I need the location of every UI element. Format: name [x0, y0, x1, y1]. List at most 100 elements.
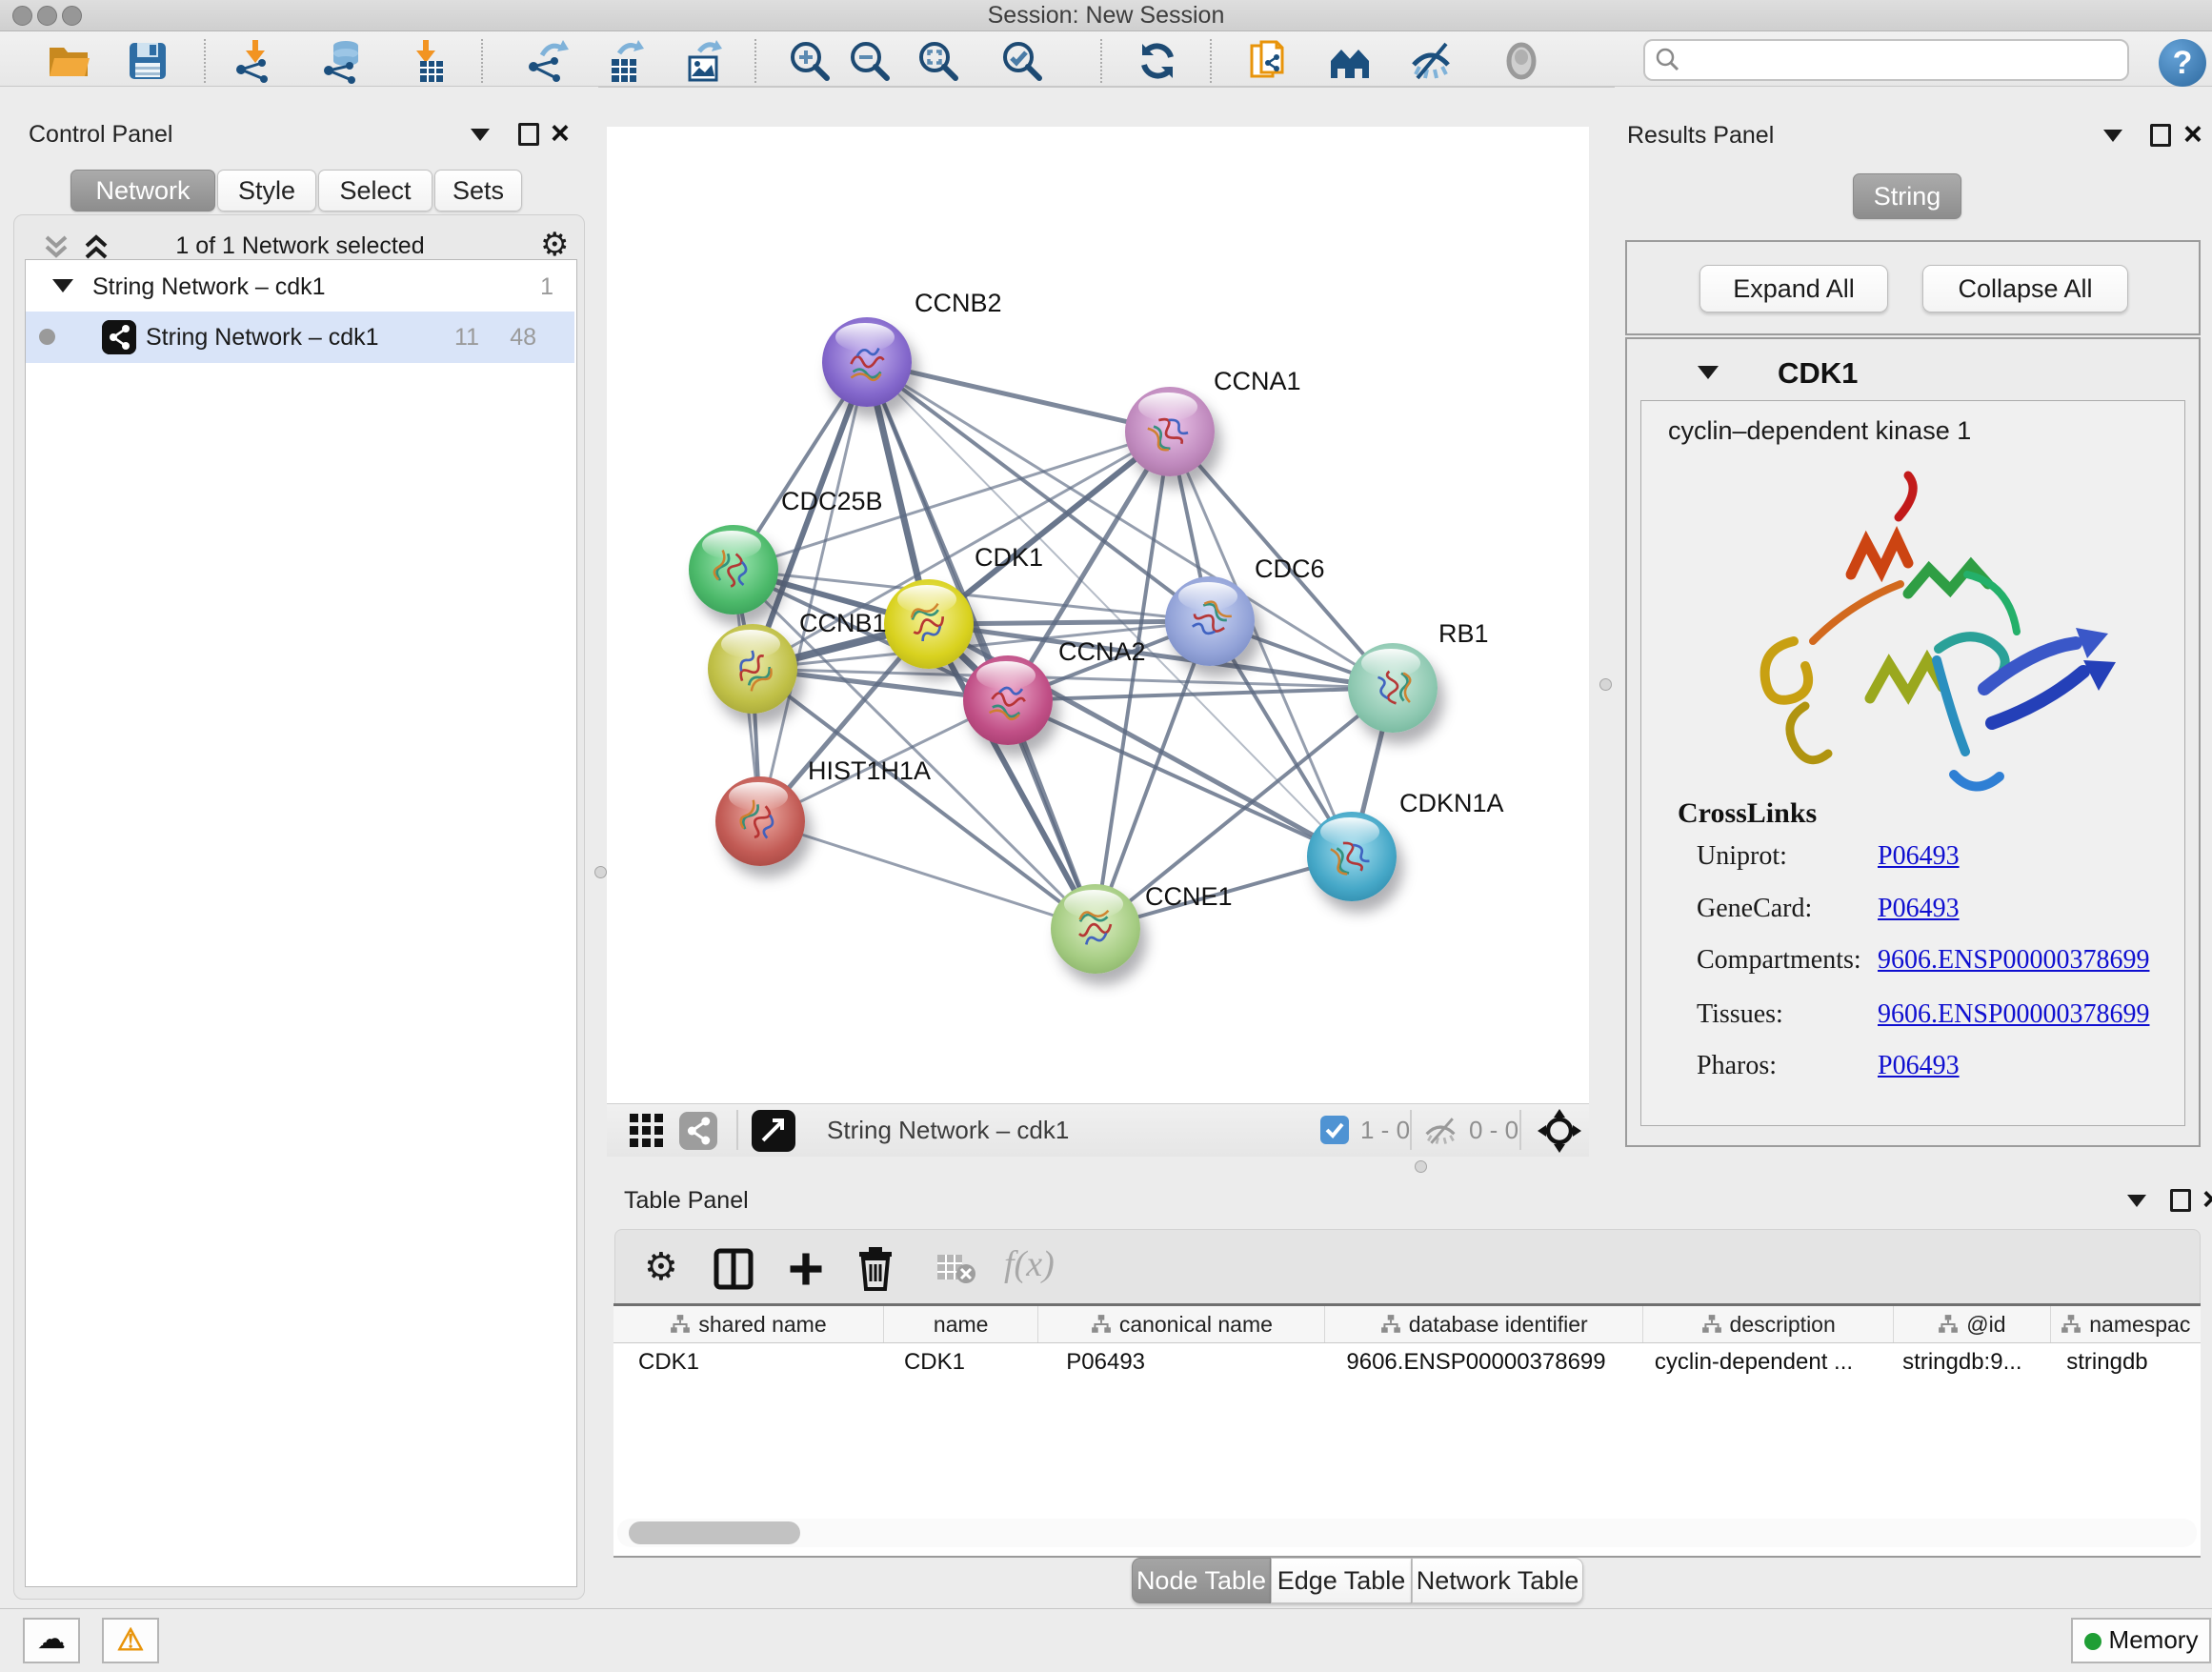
tab-select[interactable]: Select	[318, 170, 432, 212]
collection-count: 1	[540, 273, 553, 301]
network-node-cdc6[interactable]	[1165, 576, 1255, 666]
tab-node-table[interactable]: Node Table	[1132, 1558, 1271, 1603]
table-panel-close-icon[interactable]: ×	[2202, 1187, 2212, 1212]
show-columns-icon[interactable]	[713, 1247, 754, 1291]
import-database-icon[interactable]	[321, 38, 367, 84]
column-header[interactable]: database identifier	[1325, 1306, 1643, 1342]
add-column-icon[interactable]	[785, 1247, 827, 1291]
clone-network-icon[interactable]	[1244, 38, 1290, 84]
node-label-ccne1: CCNE1	[1145, 882, 1233, 912]
crosslink-genecard-link[interactable]: P06493	[1878, 894, 1960, 924]
search-input[interactable]	[1687, 43, 2120, 75]
tab-string[interactable]: String	[1853, 173, 1961, 219]
netbar-separator	[736, 1110, 738, 1150]
netbar-separator	[1410, 1110, 1412, 1150]
column-header[interactable]: description	[1643, 1306, 1894, 1342]
current-network-dot-icon	[39, 329, 55, 345]
table-panel-float-icon[interactable]	[2170, 1189, 2191, 1212]
node-label-hist1h1a: HIST1H1A	[808, 756, 931, 786]
zoom-in-icon[interactable]	[787, 38, 833, 84]
show-glass-eye-icon[interactable]	[1498, 38, 1544, 84]
network-node-cdk1[interactable]	[884, 579, 974, 669]
network-node-ccne1[interactable]	[1051, 884, 1140, 974]
open-session-icon[interactable]	[46, 38, 91, 84]
control-panel-float-icon[interactable]	[518, 123, 539, 146]
column-header[interactable]: canonical name	[1038, 1306, 1325, 1342]
table-horizontal-scrollbar[interactable]	[617, 1519, 2197, 1547]
table-panel-collapse-icon[interactable]	[2127, 1195, 2146, 1207]
import-table-icon[interactable]	[403, 38, 449, 84]
tab-sets[interactable]: Sets	[434, 170, 522, 212]
hide-glass-eye-icon[interactable]	[1408, 38, 1454, 84]
attribute-icon	[1701, 1314, 1722, 1335]
column-header[interactable]: namespac	[2051, 1306, 2201, 1342]
export-network-icon[interactable]	[525, 38, 571, 84]
zoom-fit-icon[interactable]	[915, 38, 961, 84]
protein-expander-icon[interactable]	[1698, 366, 1719, 379]
grid-view-icon[interactable]	[630, 1114, 666, 1148]
table-row[interactable]: CDK1 CDK1 P06493 9606.ENSP00000378699 cy…	[613, 1343, 2201, 1381]
node-label-ccnb2: CCNB2	[915, 289, 1002, 318]
birdseye-navigator-icon[interactable]	[1537, 1108, 1582, 1154]
crosslink-compartments-link[interactable]: 9606.ENSP00000378699	[1878, 945, 2149, 976]
memory-button[interactable]: Memory	[2071, 1618, 2211, 1663]
network-node-rb1[interactable]	[1348, 643, 1438, 733]
network-edge-count: 48	[510, 324, 536, 352]
table-options-gear-icon[interactable]: ⚙	[644, 1251, 678, 1283]
tab-network-table[interactable]: Network Table	[1412, 1558, 1583, 1603]
collapse-all-icon[interactable]	[41, 234, 71, 261]
zoom-selected-icon[interactable]	[999, 38, 1045, 84]
collection-expander-icon[interactable]	[52, 279, 73, 292]
column-header[interactable]: shared name	[613, 1306, 884, 1342]
results-panel-collapse-icon[interactable]	[2103, 130, 2122, 142]
string-home-icon[interactable]	[1327, 38, 1373, 84]
import-network-icon[interactable]	[232, 38, 278, 84]
network-node-hist1h1a[interactable]	[715, 776, 805, 866]
save-session-icon[interactable]	[125, 38, 171, 84]
left-splitter-grip[interactable]	[594, 866, 607, 878]
scrollbar-thumb[interactable]	[629, 1521, 800, 1544]
tab-edge-table[interactable]: Edge Table	[1271, 1558, 1412, 1603]
selected-checkbox-icon[interactable]	[1320, 1116, 1349, 1144]
control-panel-close-icon[interactable]: ×	[551, 121, 570, 146]
crosslink-tissues-link[interactable]: 9606.ENSP00000378699	[1878, 999, 2149, 1030]
right-splitter-grip[interactable]	[1599, 678, 1612, 691]
collapse-all-button[interactable]: Collapse All	[1922, 265, 2128, 312]
network-canvas[interactable]: CCNB2CCNA1CDC25BCDK1CDC6RB1CCNB1CCNA2CDK…	[607, 127, 1589, 1103]
crosslink-uniprot-link[interactable]: P06493	[1878, 841, 1960, 872]
tab-style[interactable]: Style	[217, 170, 316, 212]
column-header[interactable]: @id	[1894, 1306, 2050, 1342]
network-node-ccna2[interactable]	[963, 655, 1053, 745]
network-options-gear-icon[interactable]: ⚙	[540, 229, 569, 261]
network-node-cdc25b[interactable]	[689, 525, 778, 614]
expand-all-icon[interactable]	[81, 234, 111, 261]
column-header[interactable]: name	[884, 1306, 1038, 1342]
crosslink-pharos-link[interactable]: P06493	[1878, 1051, 1960, 1081]
window-title: Session: New Session	[0, 0, 2212, 30]
network-row[interactable]: String Network – cdk1 11 48	[26, 312, 574, 363]
zoom-out-icon[interactable]	[847, 38, 893, 84]
expand-all-button[interactable]: Expand All	[1699, 265, 1888, 312]
network-node-cdkn1a[interactable]	[1307, 812, 1397, 901]
export-image-icon[interactable]	[680, 38, 726, 84]
open-in-new-window-icon[interactable]	[752, 1110, 795, 1152]
results-panel-float-icon[interactable]	[2150, 124, 2171, 147]
network-node-ccna1[interactable]	[1125, 387, 1215, 476]
warnings-button[interactable]: ⚠	[102, 1618, 159, 1663]
network-collection-row[interactable]: String Network – cdk1 1	[26, 264, 574, 312]
search-field[interactable]	[1643, 39, 2129, 81]
bottom-splitter-grip[interactable]	[1415, 1160, 1427, 1173]
automation-cloud-button[interactable]: ☁	[23, 1618, 80, 1663]
results-panel-close-icon[interactable]: ×	[2183, 122, 2202, 147]
delete-column-icon[interactable]	[855, 1245, 895, 1291]
network-node-ccnb1[interactable]	[708, 624, 797, 714]
share-view-icon[interactable]	[679, 1112, 717, 1150]
node-label-rb1: RB1	[1438, 619, 1489, 649]
refresh-icon[interactable]	[1135, 38, 1180, 84]
export-table-icon[interactable]	[602, 38, 648, 84]
tab-network[interactable]: Network	[70, 170, 215, 212]
help-button[interactable]: ?	[2159, 39, 2206, 87]
control-panel-collapse-icon[interactable]	[471, 129, 490, 141]
network-node-ccnb2[interactable]	[822, 317, 912, 407]
cell-description: cyclin-dependent ...	[1630, 1343, 1878, 1381]
